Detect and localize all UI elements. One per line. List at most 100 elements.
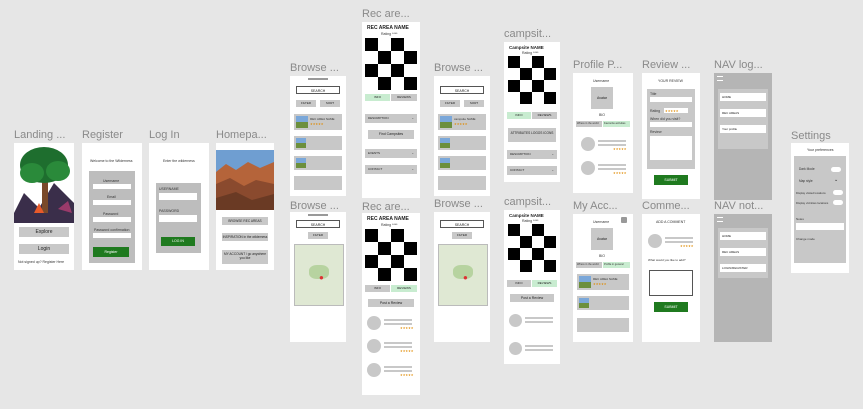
browse4-frame: SEARCH FILTER ● <box>434 212 490 342</box>
nav-recareas-item[interactable]: REC AREAS <box>720 109 766 117</box>
register-submit-button[interactable]: Register <box>93 247 129 257</box>
browse4-filter-button[interactable]: FILTER <box>452 232 472 239</box>
find-campsites-button[interactable]: Find Campsites <box>368 130 414 139</box>
vicinity-toggle[interactable] <box>833 200 843 205</box>
nav-login-item[interactable]: LOGIN/REGISTER <box>720 264 766 272</box>
login-password-input[interactable] <box>159 215 197 222</box>
avatar: Avatar <box>591 87 613 109</box>
contact-accordion[interactable]: CONTACT ⌄ <box>507 166 557 175</box>
post-review-button[interactable]: Post a Review <box>510 294 554 302</box>
tab-info[interactable]: INFO <box>507 280 531 287</box>
list-item-stars: ★★★★★ <box>593 282 607 286</box>
profile-bio: BIO <box>599 113 606 117</box>
settings-vicinity-label: Display vicinities locations <box>796 201 829 205</box>
map-view[interactable]: ● <box>438 244 488 306</box>
login-username-label: USERNAME <box>159 187 179 191</box>
list-item-title: REC AREA NAME <box>310 117 335 121</box>
tab-reviews[interactable]: REVIEWS <box>391 285 417 292</box>
tab-info[interactable]: INFO <box>365 94 390 101</box>
browse2-filter-button[interactable]: FILTER <box>308 232 328 239</box>
contact-label: CONTACT <box>510 168 525 172</box>
review-submit-button[interactable]: SUBMIT <box>654 175 688 185</box>
tab-info[interactable]: INFO <box>365 285 390 292</box>
visited-toggle[interactable] <box>833 190 843 195</box>
browse-rec-areas-button[interactable]: BROWSE REC AREAS <box>222 217 268 225</box>
map-pin-icon[interactable]: ● <box>319 273 324 282</box>
nav-home-item[interactable]: HOME <box>720 232 766 240</box>
hamburger-icon[interactable] <box>717 76 723 81</box>
camp2-rating: Rating **** <box>522 219 539 223</box>
review-line <box>525 317 553 319</box>
map-pin-icon[interactable]: ● <box>463 273 468 282</box>
review-title-input[interactable] <box>650 97 692 102</box>
register-password-input[interactable] <box>93 217 131 222</box>
avatar <box>581 137 595 151</box>
notes-input[interactable] <box>796 223 844 230</box>
tab-reviews[interactable]: REVIEWS <box>532 280 557 287</box>
events-accordion[interactable]: EVENTS ⌄ <box>365 149 417 158</box>
description-accordion[interactable]: DESCRIPTION ⌄ <box>507 150 557 159</box>
comment-submit-button[interactable]: SUBMIT <box>654 302 688 312</box>
nav-profile-item[interactable]: Your profile <box>720 125 766 133</box>
post-review-button[interactable]: Post a Review <box>368 299 414 307</box>
description-accordion[interactable]: DESCRIPTION ⌄ <box>365 114 417 123</box>
register-confirm-label: Password confirmation <box>94 228 130 232</box>
list-item[interactable] <box>294 176 342 190</box>
review-line <box>384 366 412 368</box>
tab-info[interactable]: INFO <box>507 112 531 119</box>
register-link[interactable]: Not signed up? Register Here <box>18 260 64 264</box>
review-line <box>384 319 412 321</box>
review-when-input[interactable] <box>650 122 692 127</box>
list-item-thumbnail <box>440 138 450 148</box>
login-welcome: Enter the wilderness <box>163 159 195 163</box>
contact-accordion[interactable]: CONTACT ⌄ <box>365 165 417 174</box>
list-item[interactable] <box>438 176 486 190</box>
browse1-sort-button[interactable]: SORT <box>320 100 340 107</box>
account-where-text: Where in the world <box>577 263 599 266</box>
login-username-input[interactable] <box>159 193 197 200</box>
review-rating-stars[interactable]: ★★★★★ <box>665 109 678 113</box>
comment-header: ADD A COMMENT <box>656 220 686 224</box>
settings-icon[interactable] <box>621 217 627 223</box>
review-textarea[interactable] <box>650 136 692 160</box>
nav-recareas-item[interactable]: REC AREAS <box>720 248 766 256</box>
browse1-frame: SEARCH FILTER SORT REC AREA NAME ★★★★★ <box>290 76 346 196</box>
browse1-search-input[interactable]: SEARCH <box>296 86 340 94</box>
chevron-down-icon[interactable]: ⌄ <box>834 177 838 183</box>
register-confirm-input[interactable] <box>93 233 131 238</box>
settings-header: Your preferences <box>807 148 834 152</box>
login-frame: Enter the wilderness USERNAME PASSWORD L… <box>149 143 209 270</box>
frame-label-browse4: Browse ... <box>434 198 483 210</box>
tab-reviews[interactable]: REVIEWS <box>391 94 417 101</box>
review-line <box>598 168 626 170</box>
comment-textarea[interactable] <box>649 270 693 296</box>
review-line <box>384 342 412 344</box>
inspiration-button[interactable]: INSPIRATION in the wilderness <box>222 233 268 241</box>
frame-label-nav1: NAV log... <box>714 59 763 71</box>
nav-home-item[interactable]: HOME <box>720 93 766 101</box>
browse4-search-input[interactable]: SEARCH <box>440 220 484 228</box>
browse1-filter-button[interactable]: FILTER <box>296 100 316 107</box>
rec2-image-placeholder <box>365 229 417 281</box>
browse2-search-input[interactable]: SEARCH <box>296 220 340 228</box>
register-username-input[interactable] <box>93 184 131 189</box>
browse3-search-input[interactable]: SEARCH <box>440 86 484 94</box>
list-item[interactable] <box>577 318 629 332</box>
tab-reviews[interactable]: REVIEWS <box>532 112 557 119</box>
browse3-sort-button[interactable]: SORT <box>464 100 484 107</box>
rec1-image-placeholder <box>365 38 417 90</box>
list-item-thumbnail <box>579 276 591 288</box>
review-line <box>598 140 626 142</box>
dark-mode-toggle[interactable] <box>831 167 841 172</box>
contact-label: CONTACT <box>368 167 383 171</box>
review-line <box>598 144 626 146</box>
explore-button[interactable]: Explore <box>19 227 69 237</box>
browse3-filter-button[interactable]: FILTER <box>440 100 460 107</box>
register-email-input[interactable] <box>93 200 131 205</box>
hamburger-icon[interactable] <box>717 217 723 222</box>
map-view[interactable]: ● <box>294 244 344 306</box>
register-welcome: Welcome to the Wilderness <box>90 159 133 163</box>
login-button[interactable]: Login <box>19 244 69 254</box>
my-account-button[interactable]: MY ACCOUNT / go anywhere you like <box>222 250 268 264</box>
login-submit-button[interactable]: LOG IN <box>161 237 195 246</box>
